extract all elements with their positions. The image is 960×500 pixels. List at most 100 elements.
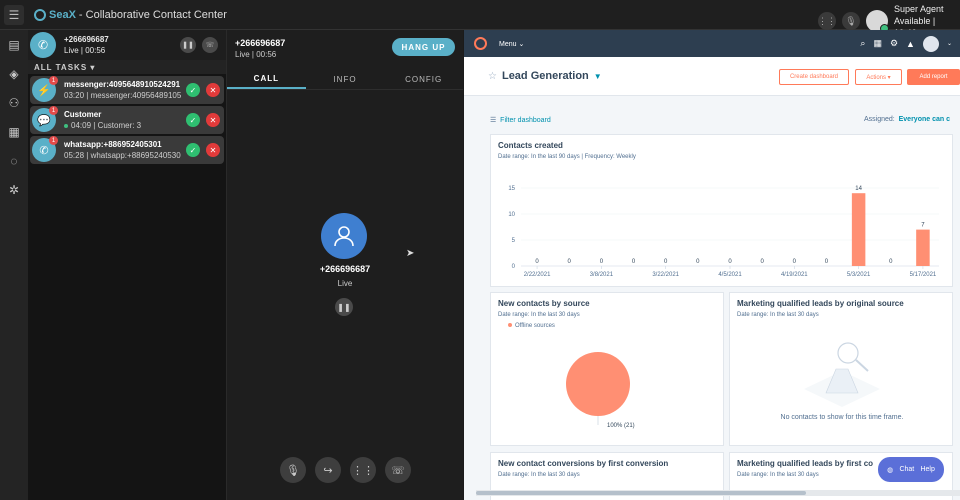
layers-icon[interactable]: ◈ [0,59,28,88]
chevron-down-icon[interactable]: ⌄ [947,40,952,47]
accept-button[interactable]: ✓ [186,143,200,157]
settings-icon[interactable]: ✲ [0,175,28,204]
tab-info[interactable]: INFO [306,70,385,89]
task-item[interactable]: ✆ 1 whatsapp:+886952405301 05:28 | whatsap… [30,136,224,164]
microphone-icon[interactable]: 🎙 [842,12,860,30]
assigned-value: Everyone can c [898,116,950,123]
crm-menu[interactable]: Menu ⌄ [499,40,524,48]
app-brand: SeaX - Collaborative Contact Center [34,8,227,21]
card-title: New contact conversions by first convers… [498,459,669,468]
phone-icon: ✆ [30,32,56,58]
bar-data-label: 0 [632,259,636,265]
gear-icon[interactable]: ⚙ [890,38,898,49]
chat-icon[interactable]: ◌ [0,146,28,175]
caret-down-icon[interactable]: ▼ [594,72,602,81]
bar [851,193,866,266]
contacts-created-card: Contacts created Date range: In the last… [490,134,953,287]
end-call-button[interactable]: ☏ [385,457,411,483]
actions-button[interactable]: Actions ▾ [855,69,902,85]
task-title: whatsapp:+886952405301 [64,140,162,149]
scrollbar-thumb[interactable] [476,491,806,495]
chat-help-widget[interactable]: ◍ Chat Help [878,457,944,482]
x-tick-label: 5/17/2021 [910,272,937,278]
whatsapp-icon: ✆ 1 [32,136,58,162]
bar-data-label: 14 [855,186,862,192]
filter-dashboard-link[interactable]: ☰ Filter dashboard [490,116,551,124]
search-icon[interactable]: ⌕ [860,38,865,49]
task-item[interactable]: 💬 1 Customer 04:09 | Customer: 3 ✓ ✕ [30,106,224,134]
unread-badge: 1 [49,76,58,85]
mute-microphone-button[interactable]: 🎙 [280,457,306,483]
seax-logo-icon [34,8,46,21]
empty-state-message: No contacts to show for this time frame. [780,414,904,421]
unread-badge: 1 [49,106,58,115]
task-time: 04:09 [71,121,92,130]
bar-data-label: 0 [696,259,700,265]
reject-button[interactable]: ✕ [206,113,220,127]
crm-user-avatar[interactable] [922,35,939,52]
bar-data-label: 0 [825,259,829,265]
call-number: +266696687 [235,38,286,48]
bar-data-label: 0 [728,259,732,265]
task-detail: Customer: 3 [97,121,142,130]
dashboard-title[interactable]: Lead Generation [502,70,589,82]
dialpad-icon[interactable]: ⋮⋮ [818,12,836,30]
agent-avatar[interactable] [866,10,889,33]
active-call-item[interactable]: ✆ +266696687 Live | 00:56 ❚❚ ☏ [28,30,226,60]
bar-data-label: 0 [600,259,604,265]
hold-button[interactable]: ❚❚ [335,298,353,316]
accept-button[interactable]: ✓ [186,83,200,97]
dialpad-button[interactable]: ⋮⋮ [350,457,376,483]
transfer-button[interactable]: ↪ [315,457,341,483]
tab-call[interactable]: CALL [227,70,306,89]
toggle-panel-icon[interactable]: ▤ [0,30,28,59]
x-tick-label: 5/3/2021 [847,272,871,278]
caller-avatar-icon [321,213,367,259]
hang-up-button[interactable]: HANG UP [392,38,455,56]
help-label[interactable]: Help [920,466,934,473]
task-item[interactable]: ⚡ 1 messenger:4095648910524291 03:20 | mes… [30,76,224,104]
accept-button[interactable]: ✓ [186,113,200,127]
bar-data-label: 0 [889,259,893,265]
card-subtitle: Date range: In the last 30 days [498,472,580,478]
mql-by-source-card: Marketing qualified leads by original so… [729,292,953,446]
reject-button[interactable]: ✕ [206,143,220,157]
chat-label[interactable]: Chat [899,466,914,473]
call-status: Live | 00:56 [235,50,277,59]
brand-name: SeaX [49,8,76,21]
hangup-small-button[interactable]: ☏ [202,37,218,53]
task-title: Customer [64,110,102,119]
task-detail: messenger:40956489105 [90,91,182,100]
reject-button[interactable]: ✕ [206,83,220,97]
bar-data-label: 0 [760,259,764,265]
mouse-cursor-icon: ➤ [406,248,415,259]
dashboard-icon[interactable]: ▦ [0,117,28,146]
x-tick-label: 4/5/2021 [718,272,742,278]
hamburger-menu-button[interactable]: ☰ [4,4,24,25]
chat-bubble-icon: 💬 1 [32,106,58,132]
marketplace-icon[interactable]: ▦ [873,38,882,49]
unread-badge: 1 [49,136,58,145]
x-tick-label: 2/22/2021 [524,272,551,278]
pie-data-label: 100% (21) [607,423,635,429]
messenger-icon: ⚡ 1 [32,76,58,102]
assigned-filter[interactable]: Assigned: Everyone can c [864,116,950,123]
add-report-button[interactable]: Add report [907,69,960,85]
star-icon[interactable]: ☆ [488,71,497,82]
x-tick-label: 3/22/2021 [652,272,679,278]
all-tasks-header[interactable]: ALL TASKS ▾ [28,60,226,74]
bar-data-label: 7 [921,223,925,229]
crm-dashboard: Menu ⌄ ⌕ ▦ ⚙ ▲ ⌄ ☆ Lead Generation ▼ Cre… [464,30,960,500]
tab-config[interactable]: CONFIG [384,70,463,89]
bar-data-label: 0 [568,259,572,265]
hubspot-logo-icon[interactable] [474,37,487,50]
y-tick-label: 15 [508,186,515,192]
create-dashboard-button[interactable]: Create dashboard [779,69,849,85]
card-subtitle: Date range: In the last 30 days [737,472,819,478]
bell-icon[interactable]: ▲ [906,39,915,49]
contacts-icon[interactable]: ⚇ [0,88,28,117]
assigned-label: Assigned: [863,116,895,123]
hold-button[interactable]: ❚❚ [180,37,196,53]
task-title: messenger:4095648910524291 [64,80,181,89]
online-dot-icon [64,123,68,128]
